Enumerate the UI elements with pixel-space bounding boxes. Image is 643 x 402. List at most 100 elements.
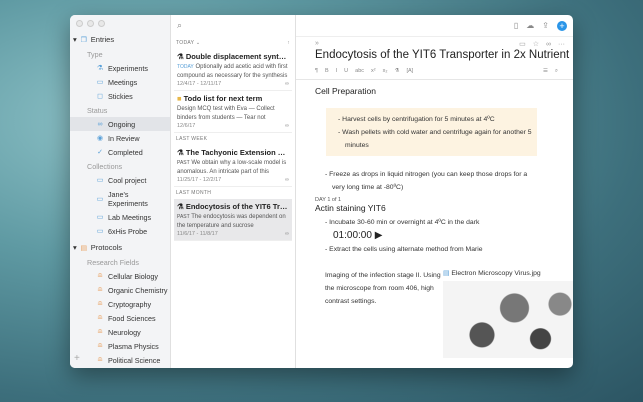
sidebar-group-protocols[interactable]: ▾ ▤ Protocols [70, 240, 170, 255]
section-research-fields: Research Fields [87, 258, 139, 267]
list-icon[interactable]: ☰ [543, 68, 548, 74]
label: In Review [108, 133, 140, 143]
sidebar-toggle-icon[interactable]: ▯ [514, 21, 518, 30]
folder-icon: ▭ [96, 177, 104, 184]
timer[interactable]: 01:00:00 ▶ [333, 230, 573, 241]
sidebar-item-field[interactable]: ≘ Political Science [70, 353, 170, 367]
list-item[interactable]: ⚗ The Tachyonic Extension of To... PAST W… [174, 145, 292, 187]
sidebar-item-in-review[interactable]: ◉ In Review [70, 131, 170, 145]
sidebar-item-field[interactable]: ≘ Food Sciences [70, 311, 170, 325]
infinity-icon[interactable]: ∞ [546, 41, 551, 48]
italic-button[interactable]: I [336, 68, 338, 74]
attachment-name[interactable]: Electron Microscopy Virus.jpg [451, 270, 540, 277]
label: 6xHis Probe [108, 226, 148, 236]
sticky-icon: ◻ [97, 93, 103, 100]
field-icon: ≘ [97, 343, 103, 350]
superscript-button[interactable]: x² [371, 68, 376, 74]
entry-date: 12/6/17 [177, 123, 196, 129]
label: Political Science [108, 355, 161, 365]
sidebar-item-experiments[interactable]: ⚗ Experiments [70, 61, 170, 75]
window-controls [70, 15, 170, 32]
infinity-icon: ∞ [285, 177, 289, 183]
entry-date: 11/25/17 - 12/2/17 [177, 177, 222, 183]
infinity-icon: ∞ [285, 123, 289, 129]
label: Organic Chemistry [108, 285, 168, 295]
sidebar-item-ongoing[interactable]: ∞ Ongoing [70, 117, 170, 131]
sidebar-item-completed[interactable]: ✓ Completed [70, 145, 170, 159]
field-icon: ≘ [97, 315, 103, 322]
sidebar-item-field[interactable]: ≘ Organic Chemistry [70, 283, 170, 297]
strikethrough-button[interactable]: abc [355, 68, 364, 74]
infinity-icon: ∞ [285, 231, 289, 237]
entry-tag: PAST [177, 214, 190, 220]
entry-list: ⌕ TODAY ⌄ ↑ ⚗ Double displacement synthes… [171, 15, 296, 368]
sidebar-item-collection[interactable]: ▭ Cool project [70, 173, 170, 187]
bold-button[interactable]: B [325, 68, 329, 74]
bullet: Wash pellets with cold water and centrif… [342, 129, 532, 149]
expand-icon[interactable]: » [315, 40, 319, 48]
group-today[interactable]: TODAY ⌄ [176, 40, 200, 46]
heading: Actin staining YIT6 [315, 203, 386, 213]
underline-button[interactable]: U [344, 68, 348, 74]
label: Entries [90, 35, 115, 44]
group-last-week: LAST WEEK [176, 136, 208, 142]
sidebar-item-collection[interactable]: ▭ Jane's Experiments [70, 187, 170, 210]
paragraph-button[interactable]: ¶ [315, 68, 318, 74]
star-icon[interactable]: ☆ [533, 41, 539, 48]
bullet: Incubate 30-60 min or overnight at 4ºC i… [329, 219, 480, 226]
entry-title[interactable]: Endocytosis of the YIT6 Transporter in 2… [296, 48, 573, 61]
section-status: Status [87, 106, 108, 115]
add-button[interactable]: + [74, 353, 80, 364]
sidebar-item-field[interactable]: ≘ Cryptography [70, 297, 170, 311]
share-icon[interactable]: ⇪ [542, 21, 549, 30]
text-box-button[interactable]: [A] [406, 68, 413, 74]
label: Cool project [108, 175, 147, 185]
subscript-button[interactable]: x₂ [383, 68, 388, 74]
flask-icon: ⚗ [177, 52, 186, 61]
list-item[interactable]: ⚗ Double displacement synthesi... TODAY O… [174, 49, 292, 91]
cloud-icon[interactable]: ☁ [526, 21, 534, 30]
sidebar-item-field[interactable]: ≘ Neurology [70, 325, 170, 339]
field-icon: ≘ [97, 273, 103, 280]
sidebar-item-collection[interactable]: ▭ Lab Meetings [70, 210, 170, 224]
zoom-button[interactable] [98, 20, 105, 27]
section-type: Type [87, 50, 103, 59]
field-icon: ≘ [97, 329, 103, 336]
entry-title: The Tachyonic Extension of To... [185, 148, 289, 157]
sidebar-item-field[interactable]: ≘ Cellular Biology [70, 269, 170, 283]
field-icon: ≘ [97, 357, 103, 364]
field-icon: ≘ [97, 301, 103, 308]
label: Ongoing [108, 119, 136, 129]
folder-icon: ▭ [96, 195, 104, 203]
more-icon[interactable]: ··· [558, 41, 565, 48]
list-item-selected[interactable]: ⚗ Endocytosis of the YIT6 Trans... PAST T… [174, 199, 292, 241]
sidebar-item-meetings[interactable]: ▭ Meetings [70, 75, 170, 89]
sort-button[interactable]: ↑ [287, 40, 290, 46]
disclosure-icon[interactable]: ▾ [73, 243, 77, 252]
disclosure-icon[interactable]: ▾ [73, 35, 77, 44]
bullet: Freeze as drops in liquid nitrogen (you … [329, 171, 528, 191]
entry-tag: TODAY [177, 64, 194, 70]
list-item[interactable]: ■ Todo list for next term Design MCQ test… [174, 91, 292, 133]
entry-snippet: We obtain why a low-scale model is anoma… [177, 160, 287, 175]
flask-icon: ⚗ [96, 65, 104, 72]
microscopy-image[interactable] [443, 281, 573, 358]
folder-icon[interactable]: ▭ [519, 41, 526, 48]
label: Meetings [108, 77, 138, 87]
label: Neurology [108, 327, 141, 337]
flask-icon: ⚗ [177, 148, 186, 157]
chemistry-button[interactable]: ⚗ [395, 68, 400, 74]
search-icon[interactable]: ⌕ [171, 15, 295, 37]
minimize-button[interactable] [87, 20, 94, 27]
field-icon: ≘ [97, 287, 103, 294]
close-button[interactable] [76, 20, 83, 27]
sidebar-group-entries[interactable]: ▾ ❐ Entries [70, 32, 170, 47]
sidebar-item-collection[interactable]: ▭ 6xHis Probe [70, 224, 170, 238]
note-block[interactable]: - Harvest cells by centrifugation for 5 … [326, 108, 537, 156]
folder-icon: ▭ [96, 214, 104, 221]
add-entry-button[interactable]: + [557, 20, 567, 31]
sidebar-item-stickies[interactable]: ◻ Stickies [70, 89, 170, 103]
sidebar-item-field[interactable]: ≘ Plasma Physics [70, 339, 170, 353]
label: Lab Meetings [108, 212, 152, 222]
search-icon[interactable]: ⌕ [555, 68, 558, 74]
